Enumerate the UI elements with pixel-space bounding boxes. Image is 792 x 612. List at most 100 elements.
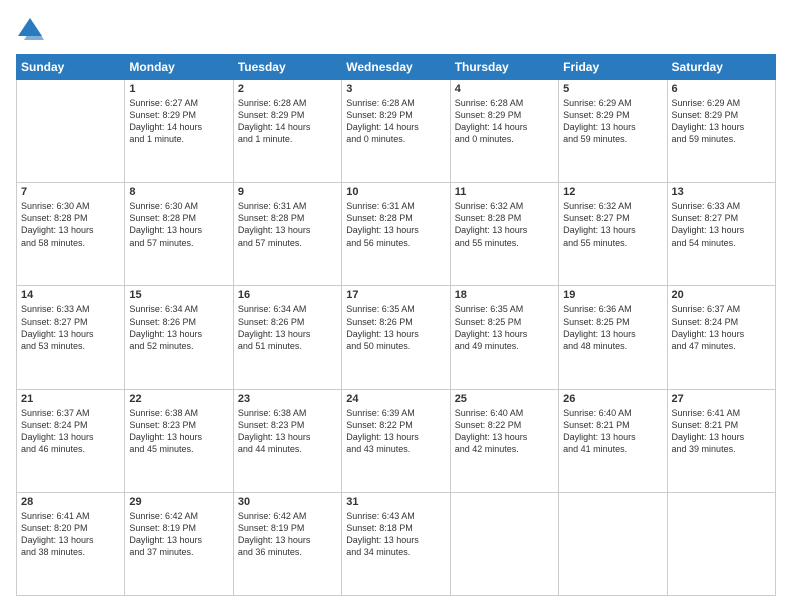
- day-number: 21: [21, 393, 120, 405]
- col-header-wednesday: Wednesday: [342, 55, 450, 80]
- day-number: 3: [346, 83, 445, 95]
- col-header-monday: Monday: [125, 55, 233, 80]
- day-number: 6: [672, 83, 771, 95]
- calendar-cell: [559, 492, 667, 595]
- calendar-cell: 7 Sunrise: 6:30 AMSunset: 8:28 PMDaylight…: [17, 183, 125, 286]
- day-info: Sunrise: 6:41 AMSunset: 8:20 PMDaylight:…: [21, 510, 120, 559]
- day-number: 8: [129, 186, 228, 198]
- day-number: 28: [21, 496, 120, 508]
- day-number: 11: [455, 186, 554, 198]
- day-number: 23: [238, 393, 337, 405]
- day-number: 17: [346, 289, 445, 301]
- day-info: Sunrise: 6:31 AMSunset: 8:28 PMDaylight:…: [346, 200, 445, 249]
- col-header-friday: Friday: [559, 55, 667, 80]
- day-number: 9: [238, 186, 337, 198]
- calendar-cell: 30 Sunrise: 6:42 AMSunset: 8:19 PMDayligh…: [233, 492, 341, 595]
- day-info: Sunrise: 6:32 AMSunset: 8:28 PMDaylight:…: [455, 200, 554, 249]
- day-info: Sunrise: 6:33 AMSunset: 8:27 PMDaylight:…: [21, 303, 120, 352]
- calendar-cell: 11 Sunrise: 6:32 AMSunset: 8:28 PMDayligh…: [450, 183, 558, 286]
- calendar-cell: 19Sunrise: 6:36 AMSunset: 8:25 PMDayligh…: [559, 286, 667, 389]
- day-number: 4: [455, 83, 554, 95]
- calendar-cell: 13Sunrise: 6:33 AMSunset: 8:27 PMDayligh…: [667, 183, 775, 286]
- col-header-thursday: Thursday: [450, 55, 558, 80]
- calendar-cell: 29 Sunrise: 6:42 AMSunset: 8:19 PMDayligh…: [125, 492, 233, 595]
- calendar-cell: 31 Sunrise: 6:43 AMSunset: 8:18 PMDayligh…: [342, 492, 450, 595]
- calendar-week-3: 14 Sunrise: 6:33 AMSunset: 8:27 PMDayligh…: [17, 286, 776, 389]
- calendar-cell: 6 Sunrise: 6:29 AMSunset: 8:29 PMDaylight…: [667, 80, 775, 183]
- day-number: 24: [346, 393, 445, 405]
- page: SundayMondayTuesdayWednesdayThursdayFrid…: [0, 0, 792, 612]
- calendar-table: SundayMondayTuesdayWednesdayThursdayFrid…: [16, 54, 776, 596]
- logo: [16, 16, 48, 44]
- day-number: 15: [129, 289, 228, 301]
- day-number: 30: [238, 496, 337, 508]
- calendar-cell: 4 Sunrise: 6:28 AMSunset: 8:29 PMDaylight…: [450, 80, 558, 183]
- day-info: Sunrise: 6:33 AMSunset: 8:27 PMDaylight:…: [672, 200, 771, 249]
- day-info: Sunrise: 6:28 AMSunset: 8:29 PMDaylight:…: [455, 97, 554, 146]
- day-number: 14: [21, 289, 120, 301]
- day-number: 27: [672, 393, 771, 405]
- calendar-cell: 18 Sunrise: 6:35 AMSunset: 8:25 PMDayligh…: [450, 286, 558, 389]
- day-number: 1: [129, 83, 228, 95]
- col-header-sunday: Sunday: [17, 55, 125, 80]
- calendar-cell: 25 Sunrise: 6:40 AMSunset: 8:22 PMDayligh…: [450, 389, 558, 492]
- day-number: 31: [346, 496, 445, 508]
- calendar-cell: 16 Sunrise: 6:34 AMSunset: 8:26 PMDayligh…: [233, 286, 341, 389]
- day-number: 12: [563, 186, 662, 198]
- day-info: Sunrise: 6:42 AMSunset: 8:19 PMDaylight:…: [238, 510, 337, 559]
- calendar-cell: [17, 80, 125, 183]
- day-number: 25: [455, 393, 554, 405]
- day-info: Sunrise: 6:43 AMSunset: 8:18 PMDaylight:…: [346, 510, 445, 559]
- calendar-cell: 15 Sunrise: 6:34 AMSunset: 8:26 PMDayligh…: [125, 286, 233, 389]
- day-info: Sunrise: 6:36 AMSunset: 8:25 PMDaylight:…: [563, 303, 662, 352]
- day-number: 29: [129, 496, 228, 508]
- col-header-saturday: Saturday: [667, 55, 775, 80]
- day-number: 10: [346, 186, 445, 198]
- calendar-cell: 3 Sunrise: 6:28 AMSunset: 8:29 PMDaylight…: [342, 80, 450, 183]
- calendar-cell: 10 Sunrise: 6:31 AMSunset: 8:28 PMDayligh…: [342, 183, 450, 286]
- day-info: Sunrise: 6:35 AMSunset: 8:26 PMDaylight:…: [346, 303, 445, 352]
- calendar-cell: 28 Sunrise: 6:41 AMSunset: 8:20 PMDayligh…: [17, 492, 125, 595]
- calendar-week-1: 1 Sunrise: 6:27 AMSunset: 8:29 PMDaylight…: [17, 80, 776, 183]
- calendar-cell: 23 Sunrise: 6:38 AMSunset: 8:23 PMDayligh…: [233, 389, 341, 492]
- calendar-week-2: 7 Sunrise: 6:30 AMSunset: 8:28 PMDaylight…: [17, 183, 776, 286]
- day-number: 20: [672, 289, 771, 301]
- calendar-cell: [450, 492, 558, 595]
- day-info: Sunrise: 6:34 AMSunset: 8:26 PMDaylight:…: [129, 303, 228, 352]
- calendar-cell: 22Sunrise: 6:38 AMSunset: 8:23 PMDayligh…: [125, 389, 233, 492]
- calendar-cell: 17 Sunrise: 6:35 AMSunset: 8:26 PMDayligh…: [342, 286, 450, 389]
- day-info: Sunrise: 6:39 AMSunset: 8:22 PMDaylight:…: [346, 407, 445, 456]
- calendar-cell: 2Sunrise: 6:28 AMSunset: 8:29 PMDaylight…: [233, 80, 341, 183]
- day-info: Sunrise: 6:27 AMSunset: 8:29 PMDaylight:…: [129, 97, 228, 146]
- day-info: Sunrise: 6:37 AMSunset: 8:24 PMDaylight:…: [21, 407, 120, 456]
- day-info: Sunrise: 6:30 AMSunset: 8:28 PMDaylight:…: [129, 200, 228, 249]
- calendar-cell: 8 Sunrise: 6:30 AMSunset: 8:28 PMDaylight…: [125, 183, 233, 286]
- calendar-week-5: 28 Sunrise: 6:41 AMSunset: 8:20 PMDayligh…: [17, 492, 776, 595]
- day-number: 22: [129, 393, 228, 405]
- day-info: Sunrise: 6:35 AMSunset: 8:25 PMDaylight:…: [455, 303, 554, 352]
- day-info: Sunrise: 6:34 AMSunset: 8:26 PMDaylight:…: [238, 303, 337, 352]
- day-info: Sunrise: 6:32 AMSunset: 8:27 PMDaylight:…: [563, 200, 662, 249]
- calendar-cell: 14 Sunrise: 6:33 AMSunset: 8:27 PMDayligh…: [17, 286, 125, 389]
- calendar-header-row: SundayMondayTuesdayWednesdayThursdayFrid…: [17, 55, 776, 80]
- day-info: Sunrise: 6:42 AMSunset: 8:19 PMDaylight:…: [129, 510, 228, 559]
- calendar-cell: 12 Sunrise: 6:32 AMSunset: 8:27 PMDayligh…: [559, 183, 667, 286]
- calendar-cell: 27Sunrise: 6:41 AMSunset: 8:21 PMDayligh…: [667, 389, 775, 492]
- day-number: 5: [563, 83, 662, 95]
- calendar-cell: [667, 492, 775, 595]
- day-number: 18: [455, 289, 554, 301]
- calendar-week-4: 21 Sunrise: 6:37 AMSunset: 8:24 PMDayligh…: [17, 389, 776, 492]
- day-number: 16: [238, 289, 337, 301]
- day-info: Sunrise: 6:28 AMSunset: 8:29 PMDaylight:…: [346, 97, 445, 146]
- logo-icon: [16, 16, 44, 44]
- day-info: Sunrise: 6:40 AMSunset: 8:21 PMDaylight:…: [563, 407, 662, 456]
- day-info: Sunrise: 6:40 AMSunset: 8:22 PMDaylight:…: [455, 407, 554, 456]
- day-info: Sunrise: 6:38 AMSunset: 8:23 PMDaylight:…: [238, 407, 337, 456]
- day-info: Sunrise: 6:28 AMSunset: 8:29 PMDaylight:…: [238, 97, 337, 146]
- day-info: Sunrise: 6:30 AMSunset: 8:28 PMDaylight:…: [21, 200, 120, 249]
- day-info: Sunrise: 6:29 AMSunset: 8:29 PMDaylight:…: [672, 97, 771, 146]
- day-info: Sunrise: 6:37 AMSunset: 8:24 PMDaylight:…: [672, 303, 771, 352]
- day-number: 7: [21, 186, 120, 198]
- calendar-cell: 5Sunrise: 6:29 AMSunset: 8:29 PMDaylight…: [559, 80, 667, 183]
- day-number: 26: [563, 393, 662, 405]
